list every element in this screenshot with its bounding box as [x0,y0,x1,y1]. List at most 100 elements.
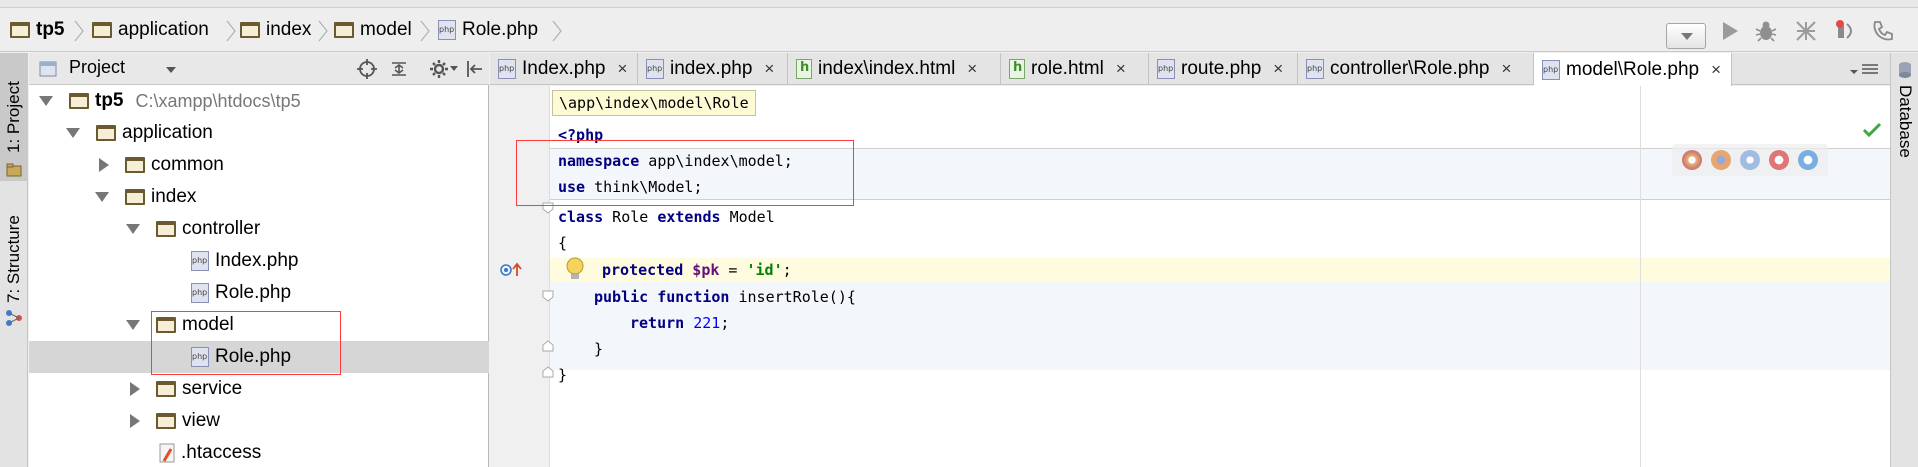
navigation-bar: tp5 application index model Role.php [0,8,1918,52]
folder-icon [10,22,30,38]
collapse-arrow-icon[interactable] [130,382,140,396]
folder-icon [156,381,176,397]
php-file-icon [1157,59,1175,79]
ie-icon[interactable] [1797,150,1818,170]
folder-icon [156,413,176,429]
project-panel: Project tp5 C:\xampp\htdocs\tp5 applicat… [29,53,489,467]
close-tab-icon[interactable]: × [1501,59,1511,79]
code-line-5: { [558,234,568,252]
code-line-4: class Role extends Model [558,208,775,226]
stop-listening-button[interactable] [1832,18,1860,44]
php-file-icon [438,20,456,40]
chevron-right-icon [552,20,562,42]
php-file-icon [646,59,664,79]
title-strip [0,0,1918,8]
breadcrumb-index[interactable]: index [240,8,311,52]
collapse-all-icon[interactable] [389,59,409,79]
fold-end-icon[interactable] [542,340,554,352]
breadcrumb-tp5[interactable]: tp5 [10,8,65,52]
database-icon [1899,62,1911,78]
close-tab-icon[interactable]: × [1273,59,1283,79]
structure-tool-tab[interactable]: 7: Structure [0,193,28,333]
expand-arrow-icon[interactable] [95,192,109,202]
folder-icon [96,125,116,141]
close-tab-icon[interactable]: × [764,59,774,79]
tree-item-index-php[interactable]: Index.php [29,245,489,277]
tree-item-controller[interactable]: controller [29,213,489,245]
right-margin-guide [1640,86,1641,467]
gear-icon[interactable] [429,58,451,80]
firefox-icon[interactable] [1711,150,1732,170]
close-tab-icon[interactable]: × [1711,60,1721,80]
chevron-down-icon[interactable] [165,66,177,74]
close-tab-icon[interactable]: × [967,59,977,79]
tree-item-tp5[interactable]: tp5 C:\xampp\htdocs\tp5 [29,85,489,117]
debug-button[interactable] [1752,18,1780,44]
chevron-down-icon[interactable] [450,66,458,72]
tree-item-index[interactable]: index [29,181,489,213]
tab-index-php[interactable]: Index.php × [490,53,638,85]
chrome-icon[interactable] [1682,150,1703,170]
run-button[interactable] [1716,18,1744,44]
tab-role-html[interactable]: role.html × [1001,53,1149,85]
close-tab-icon[interactable]: × [617,59,627,79]
hide-panel-icon[interactable] [465,59,485,79]
html-file-icon [1009,59,1025,79]
fold-end-icon[interactable] [542,366,554,378]
implements-marker-icon[interactable] [500,262,524,278]
php-file-icon [191,283,209,303]
folder-icon [92,22,112,38]
run-configuration-dropdown[interactable] [1666,23,1706,49]
tree-item-common[interactable]: common [29,149,489,181]
breadcrumb-role-php[interactable]: Role.php [438,8,538,52]
editor-tab-bar: Index.php × index.php × index\index.html… [490,53,1890,86]
collapse-arrow-icon[interactable] [130,414,140,428]
project-tool-label: 1: Project [4,81,23,153]
breadcrumb-application[interactable]: application [92,8,209,52]
close-tab-icon[interactable]: × [1116,59,1126,79]
chevron-right-icon [74,20,84,42]
project-tool-tab[interactable]: 1: Project [0,53,28,181]
tab-index-php-2[interactable]: index.php × [638,53,788,85]
php-file-icon [1306,59,1324,79]
breadcrumb-model[interactable]: model [334,8,412,52]
play-icon [1723,22,1738,40]
tree-item-controller-role-php[interactable]: Role.php [29,277,489,309]
code-line-10: } [558,366,568,384]
folder-icon [125,189,145,205]
tab-index-html[interactable]: index\index.html × [788,53,1001,85]
code-line-7: public function insertRole(){ [594,288,856,306]
tab-model-role-php[interactable]: model\Role.php × [1534,53,1732,86]
folder-icon [69,93,89,109]
tree-item-application[interactable]: application [29,117,489,149]
coverage-button[interactable] [1792,18,1820,44]
tab-list-icon[interactable] [1850,63,1880,77]
project-view-icon [39,61,57,77]
safari-icon[interactable] [1739,150,1760,170]
folder-icon [156,221,176,237]
project-view-label[interactable]: Project [69,57,125,78]
structure-tool-label: 7: Structure [4,215,23,303]
check-icon [1862,122,1882,138]
opera-icon[interactable] [1768,150,1789,170]
tab-controller-role-php[interactable]: controller\Role.php × [1298,53,1534,85]
collapse-arrow-icon[interactable] [99,158,109,172]
lightbulb-icon[interactable] [564,256,586,282]
expand-arrow-icon[interactable] [66,128,80,138]
tree-item-service[interactable]: service [29,373,489,405]
fold-icon[interactable] [542,290,554,302]
database-tool-tab[interactable]: Database [1891,53,1918,173]
debug-config-button[interactable] [1868,18,1896,44]
tree-item-htaccess[interactable]: .htaccess [29,437,489,467]
expand-arrow-icon[interactable] [126,320,140,330]
expand-arrow-icon[interactable] [39,96,53,106]
tree-item-view[interactable]: view [29,405,489,437]
folder-icon [240,22,260,38]
locate-icon[interactable] [357,59,377,79]
coverage-icon [1796,21,1816,41]
php-file-icon [191,251,209,271]
expand-arrow-icon[interactable] [126,224,140,234]
html-file-icon [796,59,812,79]
structure-icon [6,310,22,326]
tab-route-php[interactable]: route.php × [1149,53,1298,85]
